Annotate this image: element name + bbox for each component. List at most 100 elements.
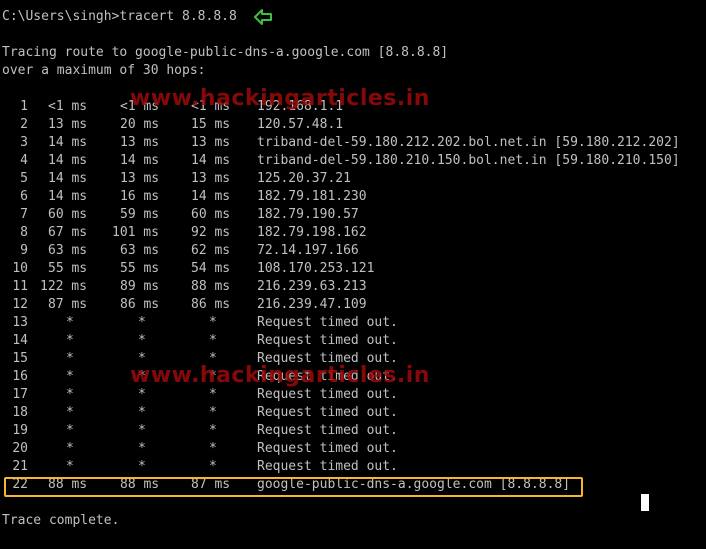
round-trip-time-2: 20 ms xyxy=(120,117,160,132)
hop-host: Request timed out. xyxy=(257,315,398,330)
round-trip-time-1: 14 ms xyxy=(48,153,88,168)
hop-row: 12 87 ms 86 ms 86 ms 216.239.47.109 xyxy=(0,296,700,314)
hop-host: 192.168.1.1 xyxy=(257,99,344,114)
hop-number: 4 xyxy=(20,153,28,168)
hop-number: 15 xyxy=(12,351,28,366)
hop-number: 5 xyxy=(20,171,28,186)
hop-number: 9 xyxy=(20,243,28,258)
round-trip-time-2: 89 ms xyxy=(120,279,160,294)
round-trip-time-1: 13 ms xyxy=(48,117,88,132)
hop-host: 182.79.198.162 xyxy=(257,225,367,240)
round-trip-time-1: 63 ms xyxy=(48,243,88,258)
tracing-header-line-1: Tracing route to google-public-dns-a.goo… xyxy=(2,45,449,60)
hop-host: Request timed out. xyxy=(257,351,398,366)
hop-number: 21 xyxy=(12,459,28,474)
round-trip-time-1: 122 ms xyxy=(40,279,87,294)
hop-row: 3 14 ms 13 ms 13 ms triband-del-59.180.212.2… xyxy=(0,134,700,152)
hop-number: 17 xyxy=(12,387,28,402)
round-trip-time-1: 55 ms xyxy=(48,261,88,276)
hop-row: 16 * * * Request timed out. xyxy=(0,368,700,386)
hop-row: 9 63 ms 63 ms 62 ms 72.14.197.166 xyxy=(0,242,700,260)
hop-number: 10 xyxy=(12,261,28,276)
hop-number: 14 xyxy=(12,333,28,348)
round-trip-time-1: 87 ms xyxy=(48,297,88,312)
hop-host: Request timed out. xyxy=(257,387,398,402)
round-trip-time-3: <1 ms xyxy=(191,99,231,114)
round-trip-time-2: <1 ms xyxy=(120,99,160,114)
hop-row: 21 * * * Request timed out. xyxy=(0,458,700,476)
round-trip-time-3: 88 ms xyxy=(191,279,231,294)
hop-host: Request timed out. xyxy=(257,423,398,438)
round-trip-time-3: 13 ms xyxy=(191,135,231,150)
round-trip-time-1: 14 ms xyxy=(48,135,88,150)
text-cursor[interactable] xyxy=(641,494,649,511)
hop-host: 125.20.37.21 xyxy=(257,171,351,186)
hop-row: 10 55 ms 55 ms 54 ms 108.170.253.121 xyxy=(0,260,700,278)
left-arrow-icon xyxy=(254,9,272,25)
hop-number: 12 xyxy=(12,297,28,312)
hop-host: 182.79.181.230 xyxy=(257,189,367,204)
hop-host: Request timed out. xyxy=(257,441,398,456)
round-trip-time-3: 13 ms xyxy=(191,171,231,186)
hop-host: 216.239.63.213 xyxy=(257,279,367,294)
hop-row: 2 13 ms 20 ms 15 ms 120.57.48.1 xyxy=(0,116,700,134)
round-trip-time-3: 15 ms xyxy=(191,117,231,132)
round-trip-time-3: 14 ms xyxy=(191,189,231,204)
hop-row: 7 60 ms 59 ms 60 ms 182.79.190.57 xyxy=(0,206,700,224)
round-trip-time-3: 62 ms xyxy=(191,243,231,258)
round-trip-time-3: 60 ms xyxy=(191,207,231,222)
command-prompt-window: C:\Users\singh>tracert 8.8.8.8 Tracing r… xyxy=(0,0,706,549)
hop-row: 11 122 ms 89 ms 88 ms 216.239.63.213 xyxy=(0,278,700,296)
trace-complete-line: Trace complete. xyxy=(2,513,120,528)
round-trip-time-2: 14 ms xyxy=(120,153,160,168)
hop-row: 8 67 ms 101 ms 92 ms 182.79.198.162 xyxy=(0,224,700,242)
hop-number: 3 xyxy=(20,135,28,150)
round-trip-time-2: 63 ms xyxy=(120,243,160,258)
hop-row: 1 <1 ms <1 ms <1 ms 192.168.1.1 xyxy=(0,98,700,116)
round-trip-time-3: 14 ms xyxy=(191,153,231,168)
final-hop-highlight-box xyxy=(4,477,583,497)
round-trip-time-2: 16 ms xyxy=(120,189,160,204)
hop-row: 19 * * * Request timed out. xyxy=(0,422,700,440)
round-trip-time-3: 54 ms xyxy=(191,261,231,276)
round-trip-time-2: 101 ms xyxy=(112,225,159,240)
hop-host: 120.57.48.1 xyxy=(257,117,344,132)
round-trip-time-1: 60 ms xyxy=(48,207,88,222)
tracing-header-line-2: over a maximum of 30 hops: xyxy=(2,63,206,78)
hop-number: 13 xyxy=(12,315,28,330)
hop-number: 6 xyxy=(20,189,28,204)
hop-row: 13 * * * Request timed out. xyxy=(0,314,700,332)
hop-row: 4 14 ms 14 ms 14 ms triband-del-59.180.210.1… xyxy=(0,152,700,170)
hop-host: triband-del-59.180.212.202.bol.net.in [5… xyxy=(257,135,680,150)
hop-number: 18 xyxy=(12,405,28,420)
hop-host: 216.239.47.109 xyxy=(257,297,367,312)
command-line: C:\Users\singh>tracert 8.8.8.8 xyxy=(2,9,237,24)
round-trip-time-3: 92 ms xyxy=(191,225,231,240)
hop-number: 1 xyxy=(20,99,28,114)
round-trip-time-2: 13 ms xyxy=(120,135,160,150)
hop-host: 72.14.197.166 xyxy=(257,243,359,258)
round-trip-time-2: 55 ms xyxy=(120,261,160,276)
hop-host: Request timed out. xyxy=(257,459,398,474)
hop-host: Request timed out. xyxy=(257,405,398,420)
round-trip-time-1: 14 ms xyxy=(48,171,88,186)
hop-row: 20 * * * Request timed out. xyxy=(0,440,700,458)
hop-row: 6 14 ms 16 ms 14 ms 182.79.181.230 xyxy=(0,188,700,206)
round-trip-time-1: 67 ms xyxy=(48,225,88,240)
round-trip-time-2: 13 ms xyxy=(120,171,160,186)
hop-row: 5 14 ms 13 ms 13 ms 125.20.37.21 xyxy=(0,170,700,188)
round-trip-time-1: <1 ms xyxy=(48,99,88,114)
round-trip-time-1: 14 ms xyxy=(48,189,88,204)
hop-host: 182.79.190.57 xyxy=(257,207,359,222)
hop-number: 2 xyxy=(20,117,28,132)
hop-host: 108.170.253.121 xyxy=(257,261,375,276)
round-trip-time-2: 86 ms xyxy=(120,297,160,312)
hop-row: 18 * * * Request timed out. xyxy=(0,404,700,422)
hop-number: 19 xyxy=(12,423,28,438)
round-trip-time-3: 86 ms xyxy=(191,297,231,312)
round-trip-time-2: 59 ms xyxy=(120,207,160,222)
hop-host: triband-del-59.180.210.150.bol.net.in [5… xyxy=(257,153,680,168)
hop-number: 16 xyxy=(12,369,28,384)
hop-row: 15 * * * Request timed out. xyxy=(0,350,700,368)
hop-host: Request timed out. xyxy=(257,333,398,348)
